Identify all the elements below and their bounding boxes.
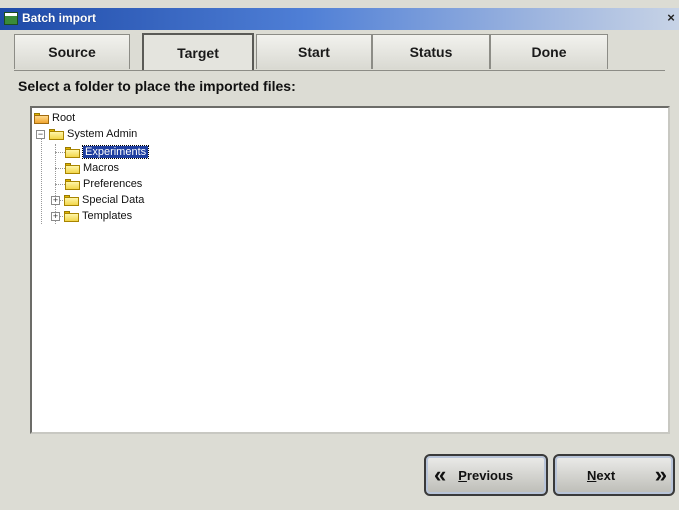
tree-line bbox=[55, 152, 65, 153]
previous-button-label: Previous bbox=[458, 467, 514, 483]
next-button[interactable]: Next » bbox=[553, 454, 675, 496]
batch-import-window: Batch import × Source Target Start Statu… bbox=[0, 0, 679, 510]
tab-target[interactable]: Target bbox=[142, 33, 254, 70]
collapse-icon[interactable]: − bbox=[36, 129, 45, 139]
tree-node-special-data[interactable]: + Special Data bbox=[51, 192, 144, 208]
tree-node-templates[interactable]: + Templates bbox=[51, 208, 132, 224]
tab-status[interactable]: Status bbox=[372, 34, 490, 69]
folder-tree[interactable]: Root − System Admin Experiments Macros P… bbox=[30, 106, 670, 434]
tree-line bbox=[55, 168, 65, 169]
wizard-tabs: Source Target Start Status Done bbox=[14, 33, 614, 70]
open-folder-icon bbox=[34, 112, 49, 124]
double-chevron-right-icon: » bbox=[654, 462, 667, 487]
tree-node-system-admin[interactable]: − System Admin bbox=[36, 126, 137, 142]
tab-divider bbox=[14, 70, 665, 71]
tree-node-label: Macros bbox=[83, 162, 120, 174]
folder-icon bbox=[49, 128, 64, 140]
double-chevron-left-icon: « bbox=[434, 462, 447, 487]
folder-icon bbox=[65, 178, 80, 190]
title-bar[interactable]: Batch import × bbox=[0, 8, 679, 30]
expand-icon[interactable]: + bbox=[51, 195, 60, 205]
tree-node-experiments[interactable]: Experiments bbox=[65, 144, 150, 160]
tree-node-root[interactable]: Root bbox=[34, 110, 75, 126]
folder-icon bbox=[64, 210, 79, 222]
tree-node-label: Special Data bbox=[82, 194, 145, 206]
folder-icon bbox=[64, 194, 79, 206]
close-icon[interactable]: × bbox=[665, 10, 677, 26]
previous-button[interactable]: « Previous bbox=[424, 454, 548, 496]
next-button-label: Next bbox=[587, 467, 616, 483]
tab-source[interactable]: Source bbox=[14, 34, 130, 69]
expand-icon[interactable]: + bbox=[51, 211, 60, 221]
tab-done[interactable]: Done bbox=[490, 34, 608, 69]
tree-node-label-selected: Experiments bbox=[81, 145, 150, 159]
tree-node-macros[interactable]: Macros bbox=[65, 160, 119, 176]
tree-node-preferences[interactable]: Preferences bbox=[65, 176, 142, 192]
tree-node-label: Root bbox=[52, 112, 76, 124]
instruction-text: Select a folder to place the imported fi… bbox=[18, 78, 296, 94]
tree-line bbox=[41, 136, 42, 224]
tree-node-label: System Admin bbox=[67, 128, 138, 140]
folder-icon bbox=[65, 146, 80, 158]
folder-icon bbox=[65, 162, 80, 174]
window-title: Batch import bbox=[22, 11, 97, 25]
app-icon bbox=[4, 12, 18, 25]
tree-node-label: Preferences bbox=[83, 178, 143, 190]
tree-node-label: Templates bbox=[82, 210, 133, 222]
tree-line bbox=[55, 184, 65, 185]
tab-start[interactable]: Start bbox=[256, 34, 372, 69]
